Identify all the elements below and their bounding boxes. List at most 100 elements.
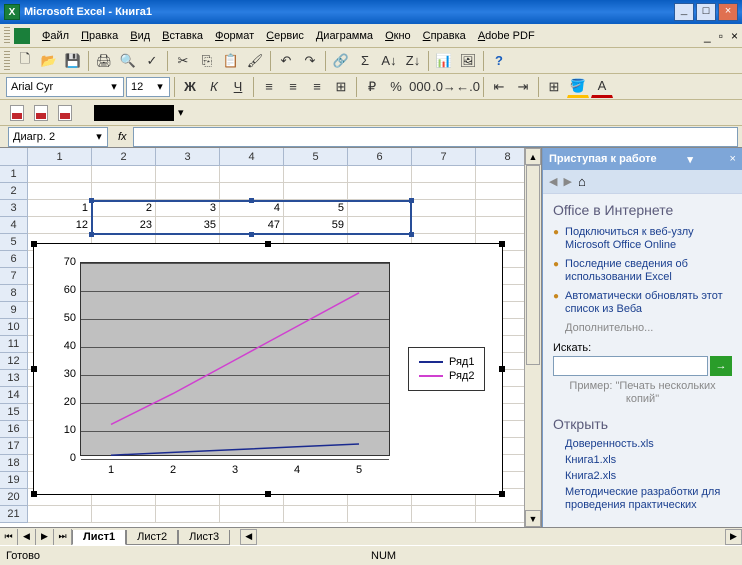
cell[interactable] (284, 506, 348, 523)
bold-button[interactable]: Ж (179, 76, 201, 98)
resize-handle[interactable] (265, 491, 271, 497)
undo-icon[interactable]: ↶ (275, 50, 297, 72)
recent-file-link[interactable]: Книга1.xls (565, 454, 732, 467)
sheet-tab[interactable]: Лист1 (72, 530, 126, 545)
row-header[interactable]: 19 (0, 472, 28, 489)
row-header[interactable]: 21 (0, 506, 28, 523)
increase-indent-icon[interactable]: ⇥ (512, 76, 534, 98)
italic-button[interactable]: К (203, 76, 225, 98)
scroll-up-icon[interactable]: ▲ (525, 148, 541, 165)
save-icon[interactable]: 💾 (62, 50, 84, 72)
cell[interactable] (28, 183, 92, 200)
column-header[interactable]: 2 (92, 148, 156, 166)
tab-prev-icon[interactable]: ◀ (18, 529, 36, 545)
restore-button[interactable]: □ (696, 3, 716, 21)
font-size-combo[interactable]: 12▾ (126, 77, 170, 97)
pdf-email-icon[interactable] (30, 102, 52, 124)
align-right-icon[interactable]: ≡ (306, 76, 328, 98)
cell[interactable]: 3 (156, 200, 220, 217)
row-header[interactable]: 7 (0, 268, 28, 285)
cell[interactable] (284, 183, 348, 200)
cell[interactable] (92, 183, 156, 200)
paste-icon[interactable]: 📋 (220, 50, 242, 72)
recent-file-link[interactable]: Книга2.xls (565, 470, 732, 483)
resize-handle[interactable] (265, 241, 271, 247)
chart-object[interactable]: 010203040506070 12345 Ряд1 Ряд2 (33, 243, 503, 495)
menu-формат[interactable]: Формат (209, 28, 260, 44)
cell[interactable] (92, 506, 156, 523)
cell[interactable]: 59 (284, 217, 348, 234)
cell[interactable] (284, 166, 348, 183)
scroll-left-icon[interactable]: ◀ (240, 529, 257, 545)
scroll-down-icon[interactable]: ▼ (525, 510, 541, 527)
taskpane-link[interactable]: ●Последние сведения об использовании Exc… (553, 258, 732, 284)
minimize-button[interactable]: _ (674, 3, 694, 21)
row-header[interactable]: 3 (0, 200, 28, 217)
menu-вид[interactable]: Вид (124, 28, 156, 44)
row-header[interactable]: 18 (0, 455, 28, 472)
cell[interactable] (156, 506, 220, 523)
cell[interactable]: 5 (284, 200, 348, 217)
resize-handle[interactable] (499, 366, 505, 372)
borders-icon[interactable]: ⊞ (543, 76, 565, 98)
column-header[interactable]: 6 (348, 148, 412, 166)
cell[interactable] (348, 217, 412, 234)
selection-handle[interactable] (249, 232, 254, 237)
column-header[interactable]: 7 (412, 148, 476, 166)
selection-handle[interactable] (409, 198, 414, 203)
menu-вставка[interactable]: Вставка (156, 28, 209, 44)
recent-file-link[interactable]: Методические разработки для проведения п… (565, 486, 732, 512)
fill-color-icon[interactable]: 🪣 (567, 76, 589, 98)
back-icon[interactable]: ◀ (549, 175, 557, 188)
hyperlink-icon[interactable]: 🔗 (330, 50, 352, 72)
vertical-scrollbar[interactable]: ▲ ▼ (524, 148, 541, 527)
select-all-corner[interactable] (0, 148, 28, 166)
recent-file-link[interactable]: Доверенность.xls (565, 438, 732, 451)
taskpane-close-button[interactable]: × (730, 153, 736, 165)
autosum-icon[interactable]: Σ (354, 50, 376, 72)
copy-icon[interactable]: ⎘ (196, 50, 218, 72)
row-header[interactable]: 12 (0, 353, 28, 370)
row-header[interactable]: 5 (0, 234, 28, 251)
row-header[interactable]: 1 (0, 166, 28, 183)
pdf-review-icon[interactable] (54, 102, 76, 124)
cell[interactable] (220, 166, 284, 183)
legend-item[interactable]: Ряд1 (419, 356, 474, 368)
cell[interactable] (348, 200, 412, 217)
resize-handle[interactable] (31, 241, 37, 247)
tab-first-icon[interactable]: ⏮ (0, 529, 18, 545)
horizontal-scrollbar[interactable]: ◀ ▶ (240, 529, 742, 545)
taskpane-link[interactable]: ●Подключиться к веб-узлу Microsoft Offic… (553, 226, 732, 252)
row-header[interactable]: 20 (0, 489, 28, 506)
search-input[interactable] (553, 356, 708, 376)
formula-input[interactable] (133, 127, 738, 147)
drawing-icon[interactable]: 🖼 (457, 50, 479, 72)
chart-icon[interactable]: 📊 (433, 50, 455, 72)
tab-next-icon[interactable]: ▶ (36, 529, 54, 545)
cell[interactable] (348, 183, 412, 200)
menu-файл[interactable]: Файл (36, 28, 75, 44)
column-header[interactable]: 5 (284, 148, 348, 166)
column-header[interactable]: 4 (220, 148, 284, 166)
scroll-thumb[interactable] (526, 165, 540, 365)
resize-handle[interactable] (31, 491, 37, 497)
plot-area[interactable]: 010203040506070 12345 (50, 262, 390, 476)
row-header[interactable]: 4 (0, 217, 28, 234)
cell[interactable] (156, 183, 220, 200)
doc-restore-button[interactable]: ▫ (719, 29, 723, 43)
font-name-combo[interactable]: Arial Cyr▾ (6, 77, 124, 97)
open-icon[interactable]: 📂 (38, 50, 60, 72)
menu-окно[interactable]: Окно (379, 28, 417, 44)
menu-справка[interactable]: Справка (417, 28, 472, 44)
redo-icon[interactable]: ↷ (299, 50, 321, 72)
cell[interactable] (412, 506, 476, 523)
legend-item[interactable]: Ряд2 (419, 370, 474, 382)
sheet-tab[interactable]: Лист3 (178, 530, 230, 545)
sort-asc-icon[interactable]: A↓ (378, 50, 400, 72)
cell[interactable] (412, 217, 476, 234)
home-icon[interactable]: ⌂ (578, 174, 586, 189)
percent-icon[interactable]: % (385, 76, 407, 98)
column-header[interactable]: 1 (28, 148, 92, 166)
cell[interactable]: 12 (28, 217, 92, 234)
preview-icon[interactable]: 🔍 (117, 50, 139, 72)
